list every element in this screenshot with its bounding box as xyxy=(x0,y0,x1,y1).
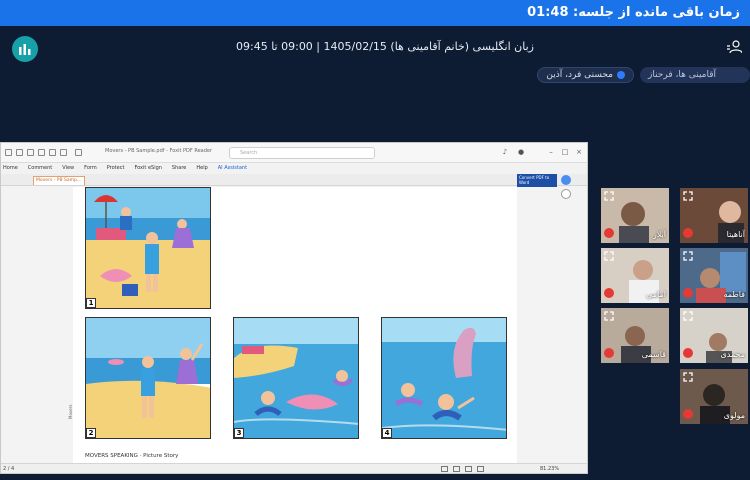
session-info: زبان انگلیسی (خانم آقامینی ها) 1405/02/1… xyxy=(236,40,534,53)
beach-scene-image xyxy=(86,318,210,438)
facing-view-icon[interactable] xyxy=(465,466,472,472)
video-tile[interactable]: آناهیتا xyxy=(679,187,749,244)
app-logo[interactable] xyxy=(12,36,38,62)
dolphin-scene-image xyxy=(382,318,506,438)
expand-icon[interactable] xyxy=(683,251,693,261)
participant-name: آناهیتا xyxy=(726,230,745,239)
pdf-titlebar: Movers - PB Sample.pdf - Foxit PDF Reade… xyxy=(1,143,587,163)
muted-mic-icon xyxy=(683,348,693,358)
participant-name: قاسمی xyxy=(641,350,666,359)
story-picture-1: 1 xyxy=(85,187,211,309)
grid-view-icon[interactable] xyxy=(477,466,484,472)
menu-foxit-esign[interactable]: Foxit eSign xyxy=(134,163,161,174)
video-tile[interactable]: آیلار xyxy=(600,187,670,244)
video-tile[interactable]: فاطمه xyxy=(679,247,749,304)
page-indicator[interactable]: 2 / 4 xyxy=(3,466,14,472)
beach-scene-image xyxy=(86,188,210,308)
expand-icon[interactable] xyxy=(604,251,614,261)
participant-name: محمدی xyxy=(720,350,745,359)
muted-mic-icon xyxy=(604,348,614,358)
pdf-page: 1 2 3 4 xyxy=(73,187,517,463)
swimming-scene-image xyxy=(234,318,358,438)
muted-mic-icon xyxy=(604,228,614,238)
document-tab[interactable]: Movers - PB Samp... xyxy=(33,176,85,185)
active-speaker-chip[interactable]: محسنی فرد، آذین xyxy=(537,67,634,83)
zoom-level[interactable]: 81.23% xyxy=(540,466,559,472)
participants-bar: محسنی فرد، آذین آقامینی ها، فرحناز xyxy=(537,67,750,83)
muted-mic-icon xyxy=(604,288,614,298)
maximize-icon[interactable]: □ xyxy=(561,148,569,156)
menu-comment[interactable]: Comment xyxy=(28,163,53,174)
minimize-icon[interactable]: – xyxy=(547,148,555,156)
page-side-label: Movers xyxy=(68,404,73,419)
redo-icon[interactable] xyxy=(60,149,67,156)
expand-icon[interactable] xyxy=(683,372,693,382)
menu-share[interactable]: Share xyxy=(172,163,186,174)
bell-icon[interactable]: ♪ xyxy=(501,148,509,156)
participant-name: فاطمه xyxy=(723,290,745,299)
pdf-search-input[interactable]: Search xyxy=(229,147,375,159)
account-icon[interactable]: ● xyxy=(517,148,525,156)
app-menu-icon[interactable] xyxy=(5,149,12,156)
expand-icon[interactable] xyxy=(683,311,693,321)
story-picture-2: 2 xyxy=(85,317,211,439)
continuous-view-icon[interactable] xyxy=(453,466,460,472)
microphone-icon xyxy=(617,71,625,79)
video-tile[interactable]: امامی xyxy=(600,247,670,304)
expand-icon[interactable] xyxy=(683,191,693,201)
bar-chart-icon xyxy=(19,44,31,55)
participant-name: مولوی xyxy=(723,411,745,420)
close-icon[interactable]: × xyxy=(575,148,583,156)
print-icon[interactable] xyxy=(38,149,45,156)
menu-view[interactable]: View xyxy=(62,163,74,174)
menu-ai-assistant[interactable]: AI Assistant xyxy=(218,163,247,174)
video-tile[interactable]: قاسمی xyxy=(600,307,670,364)
muted-mic-icon xyxy=(683,288,693,298)
participants-icon[interactable] xyxy=(726,40,742,54)
pdf-statusbar: 2 / 4 81.23% xyxy=(1,463,587,473)
picture-number: 1 xyxy=(86,298,96,308)
picture-number: 4 xyxy=(382,428,392,438)
expand-icon[interactable] xyxy=(604,191,614,201)
page-footer-text: MOVERS SPEAKING · Picture Story xyxy=(85,453,179,459)
video-tile[interactable]: مولوی xyxy=(679,368,749,425)
open-icon[interactable] xyxy=(16,149,23,156)
story-picture-3: 3 xyxy=(233,317,359,439)
single-page-view-icon[interactable] xyxy=(441,466,448,472)
hand-tool-icon[interactable] xyxy=(75,149,82,156)
muted-mic-icon xyxy=(683,228,693,238)
host-name: آقامینی ها، فرحناز xyxy=(648,70,717,80)
undo-icon[interactable] xyxy=(49,149,56,156)
document-tabbar: Movers - PB Samp... xyxy=(1,174,587,186)
host-chip[interactable]: آقامینی ها، فرحناز xyxy=(640,67,750,83)
session-timer-banner: زمان باقی مانده از جلسه: 01:48 xyxy=(0,0,750,26)
participant-name: آیلار xyxy=(652,230,666,239)
menu-protect[interactable]: Protect xyxy=(107,163,125,174)
participant-name: امامی xyxy=(646,290,666,299)
picture-number: 3 xyxy=(234,428,244,438)
ai-icon[interactable] xyxy=(561,175,571,185)
panel-icon[interactable] xyxy=(561,189,571,199)
menu-form[interactable]: Form xyxy=(84,163,97,174)
picture-number: 2 xyxy=(86,428,96,438)
window-title: Movers - PB Sample.pdf - Foxit PDF Reade… xyxy=(105,148,213,154)
story-picture-4: 4 xyxy=(381,317,507,439)
pdf-menubar: Home Comment View Form Protect Foxit eSi… xyxy=(1,163,587,174)
save-icon[interactable] xyxy=(27,149,34,156)
remaining-time-text: زمان باقی مانده از جلسه: 01:48 xyxy=(527,5,740,20)
convert-to-word-button[interactable]: Convert PDF to Word xyxy=(517,174,557,187)
muted-mic-icon xyxy=(683,409,693,419)
menu-help[interactable]: Help xyxy=(196,163,207,174)
expand-icon[interactable] xyxy=(604,311,614,321)
video-tile[interactable]: محمدی xyxy=(679,307,749,364)
speaker-name: محسنی فرد، آذین xyxy=(546,70,613,80)
shared-screen[interactable]: Movers - PB Sample.pdf - Foxit PDF Reade… xyxy=(0,142,588,474)
menu-home[interactable]: Home xyxy=(3,163,18,174)
